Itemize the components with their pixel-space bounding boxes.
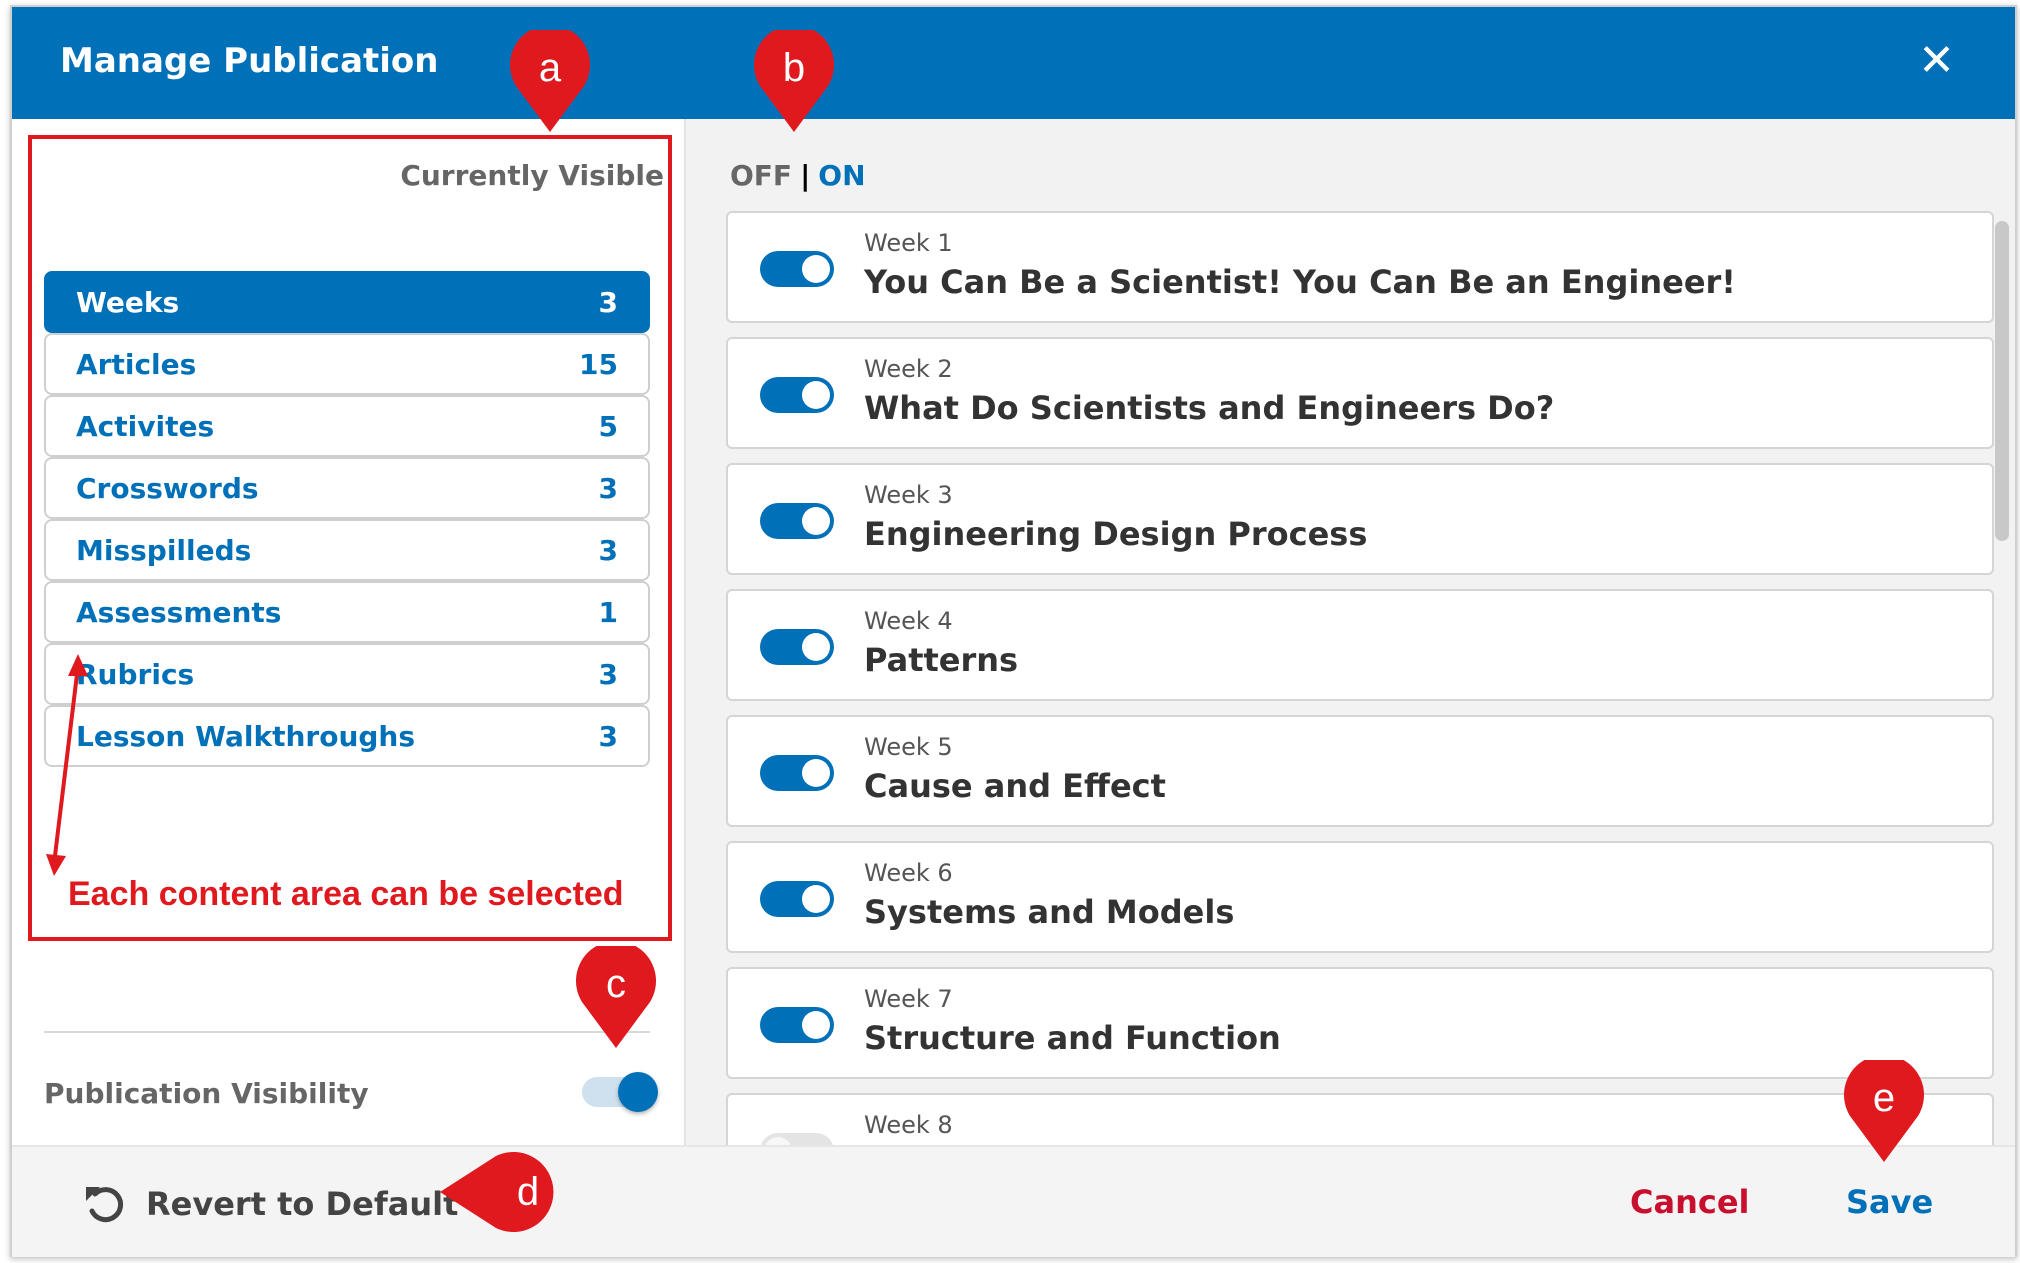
week-number: Week 3	[864, 481, 953, 509]
sidebar-item-rubrics[interactable]: Rubrics 3	[44, 643, 650, 705]
week-number: Week 2	[864, 355, 953, 383]
revert-label: Revert to Default	[146, 1185, 459, 1223]
toggle-knob	[764, 1137, 792, 1145]
week-number: Week 8	[864, 1111, 953, 1139]
week-title: Structure and Function	[864, 1019, 1281, 1057]
week-row: Week 7 Structure and Function	[726, 967, 1994, 1079]
manage-publication-dialog: Manage Publication ✕ Currently Visible W…	[10, 5, 2017, 1257]
dialog-title: Manage Publication	[60, 41, 439, 81]
sidebar-item-assessments[interactable]: Assessments 1	[44, 581, 650, 643]
sidebar-item-lesson-walkthroughs[interactable]: Lesson Walkthroughs 3	[44, 705, 650, 767]
on-label: ON	[818, 159, 866, 192]
toggle-knob	[802, 255, 830, 283]
publication-visibility-label: Publication Visibility	[44, 1077, 369, 1110]
sidebar-item-label: Assessments	[76, 596, 282, 629]
toggle-knob	[802, 633, 830, 661]
week-title: Engineering Design Process	[864, 515, 1368, 553]
toggle-knob	[802, 1011, 830, 1039]
save-button[interactable]: Save	[1846, 1183, 1933, 1221]
sidebar-item-misspilleds[interactable]: Misspilleds 3	[44, 519, 650, 581]
week-title: What Do Scientists and Engineers Do?	[864, 389, 1555, 427]
week-visibility-toggle[interactable]	[760, 251, 834, 287]
sidebar-item-count: 5	[598, 410, 618, 443]
sidebar-item-count: 3	[598, 658, 618, 691]
week-number: Week 7	[864, 985, 953, 1013]
sidebar-item-label: Activites	[76, 410, 215, 443]
week-number: Week 1	[864, 229, 953, 257]
dialog-footer: Revert to Default Cancel Save	[12, 1145, 2015, 1257]
sidebar-item-label: Misspilleds	[76, 534, 252, 567]
sidebar-item-label: Weeks	[76, 286, 180, 319]
toggle-knob	[618, 1072, 658, 1112]
week-row: Week 4 Patterns	[726, 589, 1994, 701]
sidebar-item-crosswords[interactable]: Crosswords 3	[44, 457, 650, 519]
annotation-note: Each content area can be selected	[68, 875, 624, 913]
content-area-sidebar: Currently Visible Weeks 3 Articles 15 Ac…	[12, 119, 686, 1145]
sidebar-item-label: Lesson Walkthroughs	[76, 720, 416, 753]
publication-visibility-toggle[interactable]	[582, 1072, 658, 1112]
week-title: Patterns	[864, 641, 1019, 679]
revert-icon	[86, 1187, 124, 1223]
legend-separator: |	[800, 159, 811, 192]
week-row: Week 2 What Do Scientists and Engineers …	[726, 337, 1994, 449]
sidebar-item-articles[interactable]: Articles 15	[44, 333, 650, 395]
toggle-legend: OFF | ON	[730, 159, 866, 192]
week-row: Week 8	[726, 1093, 1994, 1145]
sidebar-item-count: 3	[598, 534, 618, 567]
toggle-knob	[802, 381, 830, 409]
annotation-marker-d-label: d	[438, 1150, 568, 1234]
sidebar-item-count: 15	[579, 348, 618, 381]
week-title: Systems and Models	[864, 893, 1235, 931]
week-visibility-toggle[interactable]	[760, 503, 834, 539]
week-visibility-toggle[interactable]	[760, 881, 834, 917]
toggle-knob	[802, 507, 830, 535]
week-number: Week 6	[864, 859, 953, 887]
toggle-knob	[802, 759, 830, 787]
sidebar-item-count: 1	[598, 596, 618, 629]
currently-visible-header: Currently Visible	[400, 159, 664, 192]
sidebar-item-weeks[interactable]: Weeks 3	[44, 271, 650, 333]
week-row: Week 6 Systems and Models	[726, 841, 1994, 953]
sidebar-item-count: 3	[598, 286, 618, 319]
weeks-list-panel: OFF | ON Week 1 You Can Be a Scientist! Yo…	[686, 119, 2015, 1145]
toggle-knob	[802, 885, 830, 913]
sidebar-item-label: Rubrics	[76, 658, 195, 691]
close-icon[interactable]: ✕	[1918, 39, 1955, 83]
week-visibility-toggle[interactable]	[760, 629, 834, 665]
week-row: Week 1 You Can Be a Scientist! You Can B…	[726, 211, 1994, 323]
week-visibility-toggle[interactable]	[760, 1007, 834, 1043]
week-title: Cause and Effect	[864, 767, 1166, 805]
week-visibility-toggle[interactable]	[760, 755, 834, 791]
week-row: Week 5 Cause and Effect	[726, 715, 1994, 827]
week-number: Week 4	[864, 607, 953, 635]
off-label: OFF	[730, 159, 793, 192]
sidebar-item-count: 3	[598, 720, 618, 753]
week-visibility-toggle[interactable]	[760, 377, 834, 413]
cancel-button[interactable]: Cancel	[1630, 1183, 1750, 1221]
marker-letter: d	[516, 1170, 540, 1214]
sidebar-divider	[44, 1031, 650, 1033]
week-row: Week 3 Engineering Design Process	[726, 463, 1994, 575]
sidebar-item-label: Articles	[76, 348, 197, 381]
sidebar-item-activites[interactable]: Activites 5	[44, 395, 650, 457]
dialog-header: Manage Publication ✕	[12, 7, 2015, 119]
week-title: You Can Be a Scientist! You Can Be an En…	[864, 263, 1736, 301]
scrollbar[interactable]	[1995, 221, 2009, 541]
sidebar-item-count: 3	[598, 472, 618, 505]
sidebar-item-label: Crosswords	[76, 472, 259, 505]
week-number: Week 5	[864, 733, 953, 761]
week-visibility-toggle[interactable]	[760, 1133, 834, 1145]
